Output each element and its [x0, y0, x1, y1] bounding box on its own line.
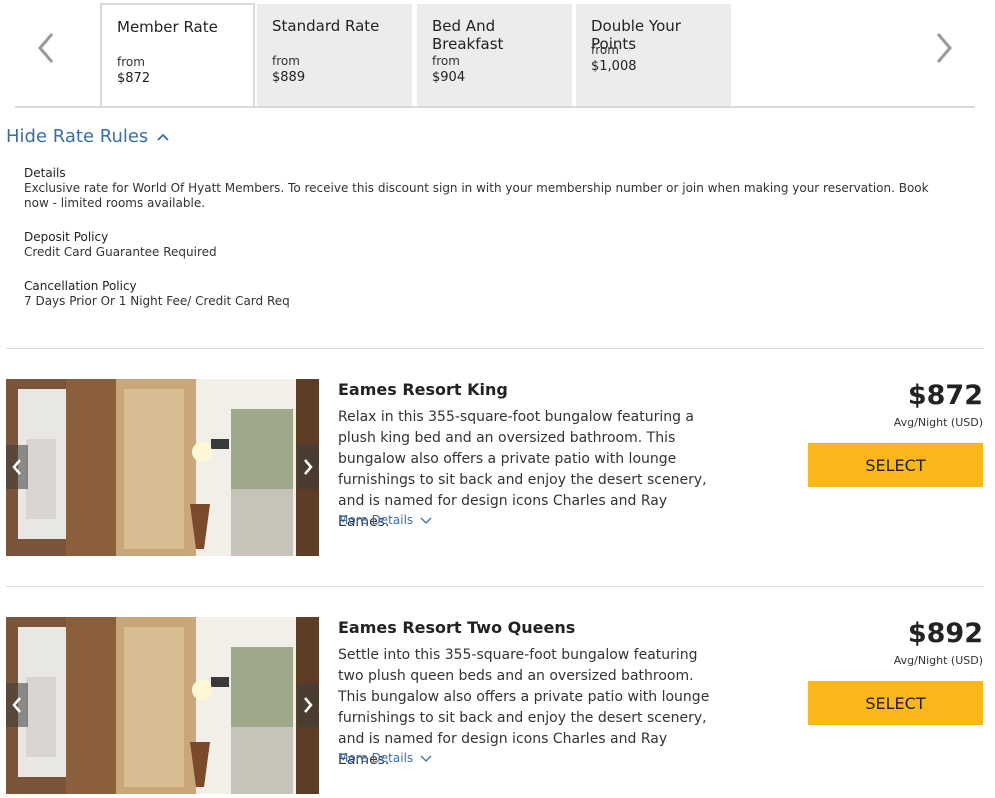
rates-prev-arrow[interactable] [32, 28, 62, 68]
tab-name: Standard Rate [272, 17, 380, 35]
chevron-right-icon [304, 697, 313, 713]
rate-tabs: Member Rate from $872 Standard Rate from… [15, 0, 975, 108]
more-details-label: More Details [338, 513, 414, 527]
tab-price: $904 [432, 70, 466, 85]
room-card: Eames Resort Two Queens Settle into this… [0, 617, 995, 797]
chevron-right-icon [936, 33, 952, 63]
chevron-left-icon [12, 697, 21, 713]
tab-bed-and-breakfast[interactable]: Bed And Breakfast from $904 [417, 4, 572, 106]
photo-next-button[interactable] [297, 683, 319, 727]
chevron-right-icon [304, 459, 313, 475]
room-price: $892 [907, 618, 983, 649]
tab-from: from [117, 55, 145, 69]
room-photo[interactable] [6, 617, 319, 794]
room-photo-image [6, 617, 319, 794]
tab-from: from [272, 54, 300, 68]
tab-price: $872 [117, 71, 151, 86]
hide-rate-rules-label: Hide Rate Rules [6, 126, 149, 147]
deposit-title: Deposit Policy [24, 230, 109, 244]
deposit-section: Deposit Policy Credit Card Guarantee Req… [24, 230, 954, 260]
room-title: Eames Resort Two Queens [338, 618, 576, 637]
room-title: Eames Resort King [338, 380, 508, 399]
room-card: Eames Resort King Relax in this 355-squa… [0, 379, 995, 559]
price-note: Avg/Night (USD) [893, 654, 983, 667]
cancellation-title: Cancellation Policy [24, 279, 137, 293]
tab-double-your-points[interactable]: Double Your Points from $1,008 [576, 4, 731, 106]
divider [6, 348, 984, 349]
details-text: Exclusive rate for World Of Hyatt Member… [24, 181, 929, 210]
more-details-label: More Details [338, 751, 414, 765]
tab-name: Member Rate [117, 18, 218, 36]
tab-from: from [432, 54, 460, 68]
photo-prev-button[interactable] [6, 445, 28, 489]
tab-name: Bed And Breakfast [432, 17, 504, 53]
tab-from: from [591, 43, 619, 57]
select-button[interactable]: SELECT [808, 681, 983, 725]
details-section: Details Exclusive rate for World Of Hyat… [24, 166, 954, 211]
cancellation-section: Cancellation Policy 7 Days Prior Or 1 Ni… [24, 279, 954, 309]
tab-price: $1,008 [591, 59, 637, 74]
tab-member-rate[interactable]: Member Rate from $872 [100, 3, 255, 108]
chevron-left-icon [12, 459, 21, 475]
room-photo[interactable] [6, 379, 319, 556]
chevron-down-icon [420, 755, 432, 762]
photo-prev-button[interactable] [6, 683, 28, 727]
deposit-text: Credit Card Guarantee Required [24, 245, 217, 259]
room-photo-image [6, 379, 319, 556]
details-title: Details [24, 166, 66, 180]
rates-next-arrow[interactable] [928, 28, 958, 68]
rate-rules: Details Exclusive rate for World Of Hyat… [24, 166, 954, 328]
hide-rate-rules-toggle[interactable]: Hide Rate Rules [6, 126, 170, 147]
chevron-left-icon [38, 33, 54, 63]
chevron-down-icon [420, 517, 432, 524]
price-note: Avg/Night (USD) [893, 416, 983, 429]
more-details-link[interactable]: More Details [338, 751, 432, 765]
cancellation-text: 7 Days Prior Or 1 Night Fee/ Credit Card… [24, 294, 290, 308]
photo-next-button[interactable] [297, 445, 319, 489]
chevron-up-icon [157, 133, 169, 141]
tabs-baseline [15, 106, 975, 108]
room-price: $872 [907, 380, 983, 411]
tab-price: $889 [272, 70, 306, 85]
divider [6, 586, 984, 587]
more-details-link[interactable]: More Details [338, 513, 432, 527]
select-button[interactable]: SELECT [808, 443, 983, 487]
tab-standard-rate[interactable]: Standard Rate from $889 [257, 4, 412, 106]
